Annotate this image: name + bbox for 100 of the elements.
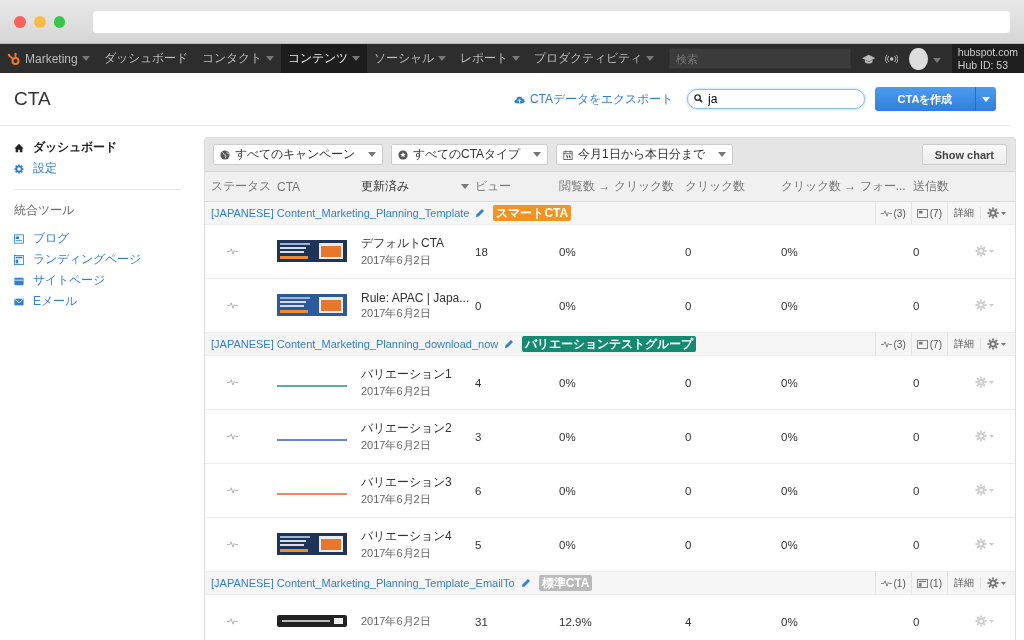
table-cell-text: 0%: [781, 538, 799, 551]
table-cell-text: 0: [913, 430, 921, 443]
sidebar-item[interactable]: Eメール: [14, 291, 181, 312]
pulse-icon: [227, 377, 238, 387]
nav-tab[interactable]: コンテンツ: [280, 44, 367, 73]
stat-count[interactable]: (3): [874, 202, 911, 224]
filter-dropdown[interactable]: すべてのキャンペーン: [213, 144, 383, 165]
details-link[interactable]: 詳細: [947, 572, 980, 594]
sidebar-item[interactable]: ランディングページ: [14, 249, 181, 270]
nav-tab[interactable]: ダッシュボード: [96, 44, 195, 73]
pulse-icon: [227, 431, 238, 441]
table-cell-text: 0: [685, 299, 693, 312]
updated-date: 2017年6月2日: [361, 492, 432, 507]
address-bar[interactable]: [93, 10, 1010, 33]
maximize-icon[interactable]: [53, 15, 66, 28]
sidebar-item[interactable]: ブログ: [14, 228, 181, 249]
stat-count[interactable]: (1): [910, 572, 947, 594]
table-cell-text: 0: [685, 538, 693, 551]
table-cell-text: 0%: [781, 484, 799, 497]
stat-count[interactable]: (7): [910, 202, 947, 224]
caret-icon: [982, 96, 990, 102]
group-title-link[interactable]: [JAPANESE] Content_Marketing_Planning_Template_EmailTo: [211, 577, 515, 589]
updated-date: 2017年6月2日: [361, 305, 432, 321]
account-panel[interactable]: hubspot.com Hub ID: 53: [951, 44, 1024, 73]
pulse-icon: [227, 300, 238, 310]
filter-dropdown[interactable]: 今月1日から本日分まで: [556, 144, 733, 165]
table-cell-text: 0%: [559, 430, 577, 443]
table-cell-text: 0%: [559, 538, 577, 551]
table-cell-text: 0: [685, 484, 693, 497]
pulse-icon: [880, 208, 892, 218]
table-cell-text: 0: [685, 430, 693, 443]
caret-icon: [645, 56, 654, 61]
details-link[interactable]: 詳細: [947, 333, 980, 355]
graduation-cap-icon[interactable]: [861, 52, 875, 65]
group-title-link[interactable]: [JAPANESE] Content_Marketing_Planning_download_now: [211, 338, 499, 350]
nav-tab[interactable]: レポート: [452, 44, 527, 73]
column-header: 閲覧数 → クリック数: [559, 178, 675, 195]
pulse-icon: [227, 246, 238, 256]
cta-type-badge: 標準CTA: [538, 575, 593, 591]
table-cell-text: 0: [685, 245, 693, 258]
updated-date: 2017年6月2日: [361, 384, 432, 399]
variant-name: バリエーション4: [361, 528, 453, 545]
export-link[interactable]: CTAデータをエクスポート: [513, 90, 673, 108]
column-header: CTA: [277, 179, 302, 194]
table-cell-text: 31: [475, 615, 489, 628]
sidebar-item[interactable]: サイトページ: [14, 270, 181, 291]
group-title-link[interactable]: [JAPANESE] Content_Marketing_Planning_Template: [211, 207, 470, 219]
variant-name: バリエーション3: [361, 474, 453, 491]
cloud-upload-icon: [513, 94, 525, 104]
caret-icon: [932, 57, 941, 63]
sidebar-item[interactable]: ダッシュボード: [14, 137, 181, 158]
table-cell-text: 0%: [559, 245, 577, 258]
updated-date: 2017年6月2日: [361, 546, 432, 561]
pencil-icon[interactable]: [520, 578, 531, 588]
updated-date: 2017年6月2日: [361, 253, 432, 268]
pulse-icon: [227, 616, 238, 626]
sidebar-item[interactable]: 設定: [14, 158, 181, 179]
pulse-icon: [227, 485, 238, 495]
cta-type-badge: バリエーションテストグループ: [522, 336, 697, 352]
table-cell-text: 12.9%: [559, 615, 593, 628]
stat-count[interactable]: (1): [874, 572, 911, 594]
table-cell-text: 0: [913, 484, 921, 497]
variant-name: バリエーション2: [361, 420, 453, 437]
details-link[interactable]: 詳細: [947, 202, 980, 224]
show-chart-button[interactable]: Show chart: [921, 144, 1007, 165]
column-header[interactable]: 更新済み: [361, 178, 475, 195]
table-cell-text: 0%: [781, 430, 799, 443]
filter-dropdown[interactable]: すべてのCTAタイプ: [391, 144, 549, 165]
image-icon: [916, 339, 928, 349]
pencil-icon[interactable]: [504, 339, 515, 349]
broadcast-icon[interactable]: [884, 52, 899, 65]
stat-count[interactable]: (3): [874, 333, 911, 355]
nav-tab[interactable]: プロダクティビティ: [526, 44, 661, 73]
updated-date: 2017年6月2日: [361, 614, 432, 629]
nav-tab[interactable]: ソーシャル: [366, 44, 453, 73]
table-cell-text: 0: [913, 299, 921, 312]
table-cell-text: 0%: [781, 245, 799, 258]
table-cell-text: 0: [913, 615, 921, 628]
minimize-icon[interactable]: [33, 15, 46, 28]
table-cell-text: 0: [913, 245, 921, 258]
caret-icon: [81, 56, 90, 61]
brand-menu[interactable]: Marketing: [0, 44, 97, 73]
star-icon: [398, 149, 408, 160]
calendar-icon: [563, 149, 574, 160]
avatar[interactable]: [909, 47, 928, 70]
variant-name: Rule: APAC | Japa...: [361, 290, 471, 305]
stat-count[interactable]: (7): [910, 333, 947, 355]
updated-date: 2017年6月2日: [361, 438, 432, 453]
search-field[interactable]: ja: [687, 89, 865, 109]
pencil-icon[interactable]: [475, 208, 486, 218]
caret-icon: [437, 56, 446, 61]
globe-icon: [220, 149, 230, 160]
close-icon[interactable]: [14, 15, 26, 28]
column-header: 送信数: [913, 178, 950, 195]
sprocket-logo-icon: [7, 51, 21, 66]
nav-tab[interactable]: コンタクト: [194, 44, 281, 73]
caret-icon: [533, 152, 542, 157]
caret-icon: [368, 152, 376, 157]
section-title: 統合ツール: [14, 202, 75, 219]
table-cell-text: 3: [475, 430, 483, 443]
